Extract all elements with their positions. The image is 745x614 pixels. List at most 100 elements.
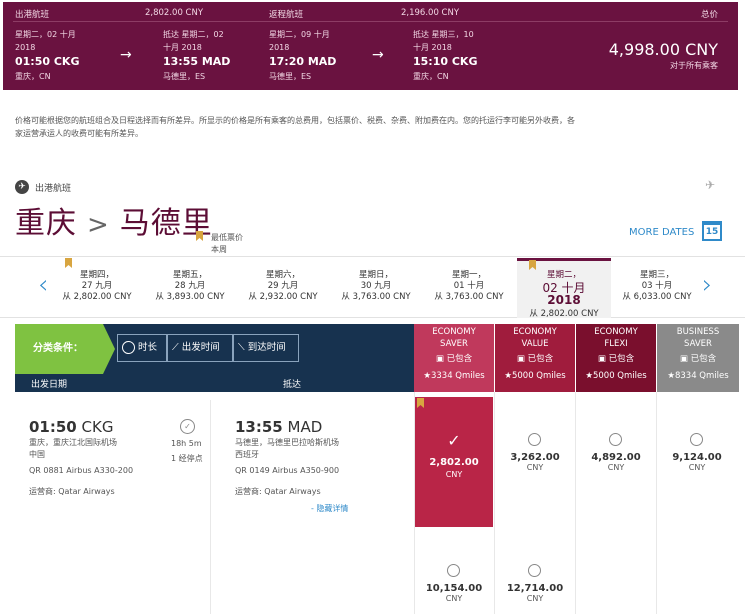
date-strip-top-rule [0, 256, 745, 257]
fare-option[interactable]: 3,262.00 CNY [495, 452, 575, 472]
fare-radio[interactable] [690, 433, 703, 446]
arrival-time: 13:55 MAD [235, 418, 322, 436]
more-dates-link[interactable]: MORE DATES [629, 227, 694, 238]
column-divider [656, 392, 657, 614]
arrow-right-icon: → [372, 47, 384, 63]
pricing-notice: 价格可能根据您的航班组合及日程选择而有所差异。所显示的价格是所有乘客的总费用，包… [15, 116, 575, 138]
fare-amount: 12,714.00 [506, 583, 564, 594]
date-weekday: 星期五， [172, 270, 207, 280]
sort-arrive-label: 到达时间 [247, 342, 286, 353]
arrival-code: MAD [287, 418, 323, 436]
lowest-fare-legend: 最低票价 本周 [211, 232, 243, 256]
leg1-place: 重庆，CN [15, 72, 51, 81]
outbound-section-label: 出港航班 [35, 184, 72, 194]
date-day: 30 九月 [360, 281, 392, 291]
leg2-date: 抵达 星期二，02 [163, 30, 224, 39]
fare-amount: 10,154.00 [425, 583, 483, 594]
fare-currency: CNY [445, 470, 463, 479]
takeoff-icon: ⟋ [172, 342, 179, 353]
fare-radio[interactable] [609, 433, 622, 446]
date-day: 01 十月 [453, 281, 485, 291]
fare-amount: 3,262.00 [510, 452, 560, 463]
leg3-time: 17:20 MAD [269, 55, 337, 68]
sort-duration-button[interactable]: 时长 [117, 334, 167, 362]
fare-radio[interactable] [447, 564, 460, 577]
fare-radio[interactable] [528, 433, 541, 446]
fare-option-selected[interactable]: ✓ 2,802.00 CNY [415, 397, 493, 527]
leg4-year: 十月 2018 [413, 43, 452, 52]
baggage-included: ▣ 已包含 [414, 353, 494, 365]
cabin-name: ECONOMY [513, 327, 557, 337]
fare-currency: CNY [607, 463, 625, 472]
fare-currency: CNY [445, 594, 463, 603]
departure-operator: 运营商: Qatar Airways [29, 487, 115, 496]
checkmark-icon: ✓ [447, 431, 461, 450]
fare-option[interactable]: 10,154.00 CNY [414, 583, 494, 603]
leg4-date: 抵达 星期三，10 [413, 30, 474, 39]
leg4-place: 重庆，CN [413, 72, 449, 81]
landing-icon: ⟍ [238, 342, 245, 353]
return-price: 2,196.00 CNY [401, 8, 460, 18]
fare-option[interactable]: 9,124.00 CNY [657, 452, 737, 472]
baggage-label: 已包含 [446, 354, 473, 364]
date-option[interactable]: 星期三， 03 十月 从 6,033.00 CNY [607, 270, 707, 303]
baggage-icon: ▣ [435, 354, 444, 364]
trip-summary-bar: 出港航班 2,802.00 CNY 返程航班 2,196.00 CNY 总价 星… [3, 2, 738, 90]
date-option[interactable]: 星期四， 27 九月 从 2,802.00 CNY [47, 270, 147, 303]
baggage-label: 已包含 [690, 354, 717, 364]
qmiles: ★3334 Qmiles [414, 370, 494, 382]
fare-currency: CNY [526, 463, 544, 472]
outbound-flight-label: 出港航班 [15, 10, 50, 20]
lowest-fare-label: 最低票价 [211, 233, 243, 242]
date-price: 从 3,763.00 CNY [434, 292, 504, 302]
fare-radio[interactable] [528, 564, 541, 577]
fare-option[interactable]: 12,714.00 CNY [495, 583, 575, 603]
leg2-time: 13:55 MAD [163, 55, 231, 68]
star-icon: ★ [504, 371, 512, 381]
route-separator: > [87, 210, 110, 240]
qmiles: ★5000 Qmiles [576, 370, 656, 382]
duration-clock-icon: ✓ [180, 419, 195, 434]
date-year: 2018 [547, 293, 581, 307]
date-price: 从 2,802.00 CNY [529, 309, 599, 319]
arrival-clock: 13:55 [235, 418, 283, 436]
departure-time: 01:50 CKG [29, 418, 113, 436]
baggage-included: ▣ 已包含 [576, 353, 656, 365]
return-flight-label: 返程航班 [269, 10, 304, 20]
sort-depart-time-button[interactable]: ⟋ 出发时间 [167, 334, 233, 362]
plane-icon: ✈ [704, 178, 715, 192]
date-weekday: 星期六， [265, 270, 300, 280]
fare-option[interactable]: 4,892.00 CNY [576, 452, 656, 472]
date-strip-bottom-rule [0, 317, 745, 318]
hide-details-link[interactable]: - 隐藏详情 [311, 503, 348, 514]
leg2-place: 马德里，ES [163, 72, 206, 81]
lowest-fare-bookmark-icon [65, 258, 72, 268]
leg3-place: 马德里，ES [269, 72, 312, 81]
cabin-header-economy-flexi: ECONOMY FLEXI ▣ 已包含 ★5000 Qmiles [576, 324, 656, 392]
leg1-time: 01:50 CKG [15, 55, 80, 68]
date-weekday: 星期四， [79, 270, 114, 280]
calendar-icon[interactable]: 15 [702, 221, 722, 241]
fare-amount: 2,802.00 [429, 457, 479, 468]
qmiles: ★5000 Qmiles [495, 370, 575, 382]
date-price: 从 6,033.00 CNY [622, 292, 692, 302]
date-option[interactable]: 星期六， 29 九月 从 2,932.00 CNY [233, 270, 333, 303]
sort-depart-label: 出发时间 [181, 342, 220, 353]
origin-city: 重庆 [15, 206, 77, 241]
date-option[interactable]: 星期日， 30 九月 从 3,763.00 CNY [326, 270, 426, 303]
leg1-date: 星期二，02 十月 [15, 30, 76, 39]
date-option[interactable]: 星期五， 28 九月 从 3,893.00 CNY [140, 270, 240, 303]
date-price: 从 2,932.00 CNY [248, 292, 318, 302]
cabin-name: ECONOMY [432, 327, 476, 337]
selected-date-option[interactable]: 星期二， 02 十月 2018 从 2,802.00 CNY [517, 258, 611, 319]
column-divider [210, 400, 211, 614]
leg4-time: 15:10 CKG [413, 55, 478, 68]
column-divider [575, 392, 576, 614]
sort-arrive-time-button[interactable]: ⟍ 到达时间 [233, 334, 299, 362]
date-weekday: 星期一， [451, 270, 486, 280]
cabin-header-economy-saver: ECONOMY SAVER ▣ 已包含 ★3334 Qmiles [414, 324, 494, 392]
date-option[interactable]: 星期一， 01 十月 从 3,763.00 CNY [419, 270, 519, 303]
date-price: 从 3,763.00 CNY [341, 292, 411, 302]
departure-airport: 重庆，重庆江北国际机场 [29, 438, 117, 447]
total-label: 总价 [700, 10, 718, 20]
